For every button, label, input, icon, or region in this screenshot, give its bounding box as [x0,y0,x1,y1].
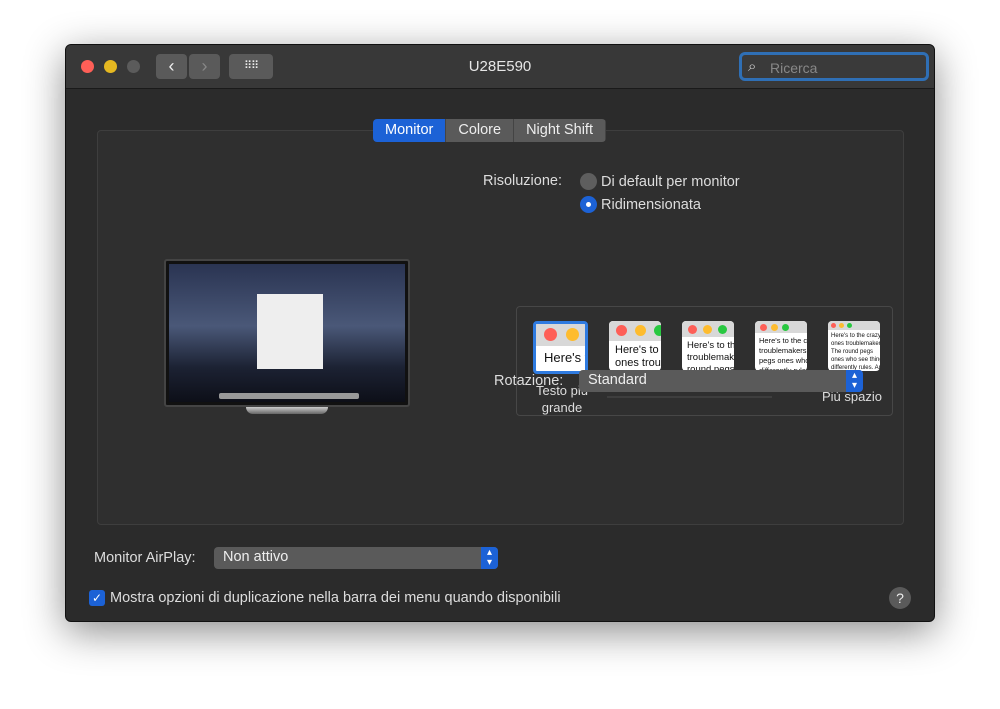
search-input[interactable]: ⌕ Ricerca [739,52,929,81]
help-button[interactable]: ? [889,587,911,609]
mirroring-checkbox[interactable]: ✓ [89,590,105,606]
search-icon: ⌕ [748,58,757,75]
monitor-preview [164,259,410,414]
search-placeholder: Ricerca [770,60,818,76]
scale-option-4[interactable]: Here's to the crazy ones troublemakers. … [755,321,807,371]
radio-default-label[interactable]: Di default per monitor [601,174,740,190]
checkmark-icon: ✓ [91,591,103,605]
scale-option-2[interactable]: Here's to the crazy ones troublemakers. … [609,321,661,371]
scale-option-1[interactable]: Here's to the crazy ones troublemakers. … [533,321,588,374]
tab-colore[interactable]: Colore [446,119,515,142]
radio-default[interactable] [580,173,597,190]
title-bar: ‹ › ⠿⠿ U28E590 ⌕ Ricerca [66,45,934,89]
monitor-panel: Risoluzione: Di default per monitor Ridi… [97,130,904,525]
scale-option-5[interactable]: Here's to the crazy ones troublemakers. … [828,321,880,371]
airplay-select[interactable]: Non attivo ▴ ▾ [214,547,498,569]
mirroring-label[interactable]: Mostra opzioni di duplicazione nella bar… [110,590,561,606]
rotation-label: Rotazione: [494,373,564,389]
scale-track [607,396,772,398]
tab-night-shift[interactable]: Night Shift [514,119,606,142]
system-preferences-window: ‹ › ⠿⠿ U28E590 ⌕ Ricerca Risoluzione: Di … [65,44,935,622]
airplay-label: Monitor AirPlay: [94,550,196,566]
scaling-options: Here's to the crazy ones troublemakers. … [516,306,893,416]
radio-scaled[interactable] [580,196,597,213]
resolution-label: Risoluzione: [483,173,562,189]
updown-chevron-icon: ▴ ▾ [481,547,498,569]
rotation-select[interactable]: Standard ▴ ▾ [579,370,863,392]
scale-option-3[interactable]: Here's to the crazy ones troublemakers. … [682,321,734,371]
radio-scaled-label[interactable]: Ridimensionata [601,197,701,213]
tab-monitor[interactable]: Monitor [373,119,447,142]
updown-chevron-icon: ▴ ▾ [846,370,863,392]
tab-bar: Monitor Colore Night Shift [373,119,606,142]
